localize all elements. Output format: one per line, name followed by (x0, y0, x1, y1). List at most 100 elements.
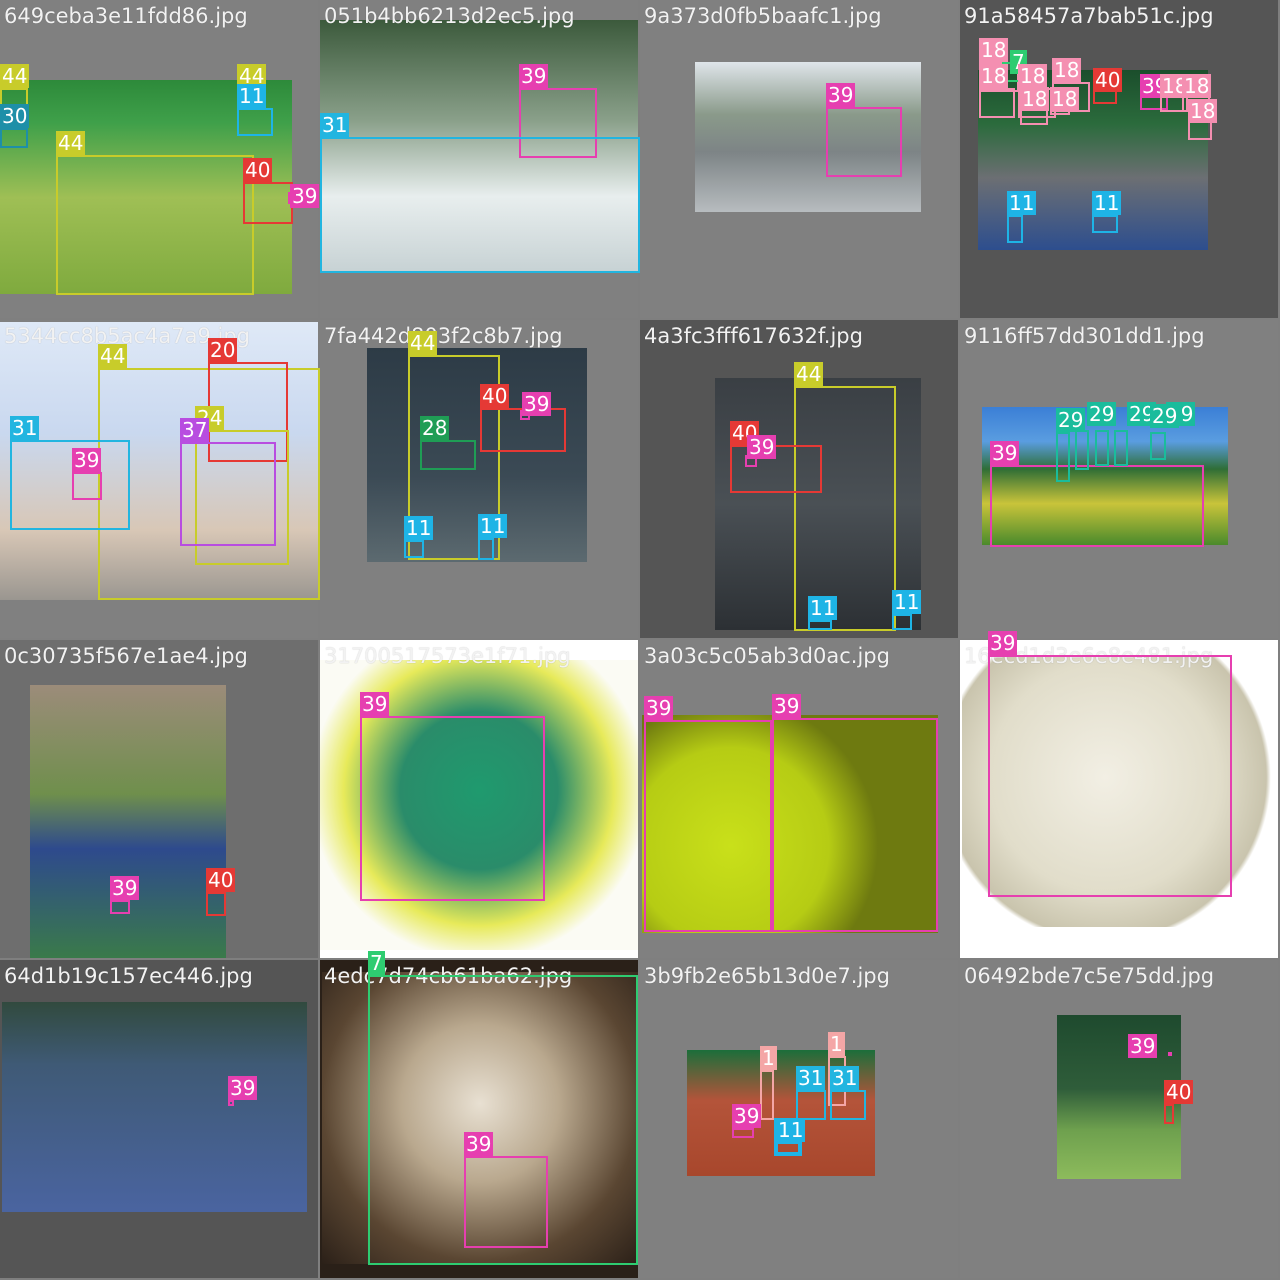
detection-box (644, 720, 772, 932)
class-label: 20 (208, 338, 238, 362)
class-label: 40 (1164, 1080, 1194, 1104)
tile-filename: 649ceba3e11fdd86.jpg (4, 4, 248, 28)
class-label: 44 (408, 331, 438, 355)
detection-box (0, 128, 28, 148)
class-label: 11 (1007, 191, 1037, 215)
tile-filename: 9a373d0fb5baafc1.jpg (644, 4, 882, 28)
detection-box (320, 137, 640, 273)
detection-box (10, 440, 130, 530)
detection-box (72, 472, 102, 500)
tile-photo (1057, 1015, 1181, 1179)
detection-box (1075, 430, 1089, 470)
class-label: 39 (464, 1132, 494, 1156)
class-label: 39 (290, 184, 320, 208)
detection-box (464, 1156, 548, 1248)
detection-box (237, 108, 273, 136)
detection-box (180, 442, 276, 546)
class-label: 18 (979, 64, 1009, 88)
class-label: 39 (1128, 1034, 1158, 1058)
detection-box (979, 88, 1015, 118)
detection-box (772, 718, 938, 932)
detection-box (1056, 432, 1070, 482)
class-label: 11 (776, 1118, 806, 1142)
detection-box (794, 386, 896, 631)
class-label: 11 (237, 84, 267, 108)
class-label: 39 (72, 448, 102, 472)
detection-box (1007, 215, 1023, 243)
class-label: 11 (404, 516, 434, 540)
class-label: 39 (826, 83, 856, 107)
class-label: 39 (988, 631, 1018, 655)
class-label: 11 (1092, 191, 1122, 215)
class-label: 39 (522, 392, 552, 416)
class-label: 39 (110, 876, 140, 900)
tile-filename: 4a3fc3fff617632f.jpg (644, 324, 863, 348)
class-label: 40 (1093, 68, 1123, 92)
class-label: 40 (206, 868, 236, 892)
class-label: 31 (10, 416, 40, 440)
class-label: 39 (732, 1104, 762, 1128)
tile-photo (2, 1002, 307, 1212)
detection-box (404, 540, 424, 558)
tile-filename: 91a58457a7bab51c.jpg (964, 4, 1214, 28)
image-tile: 0c30735f567e1ae4.jpg (0, 640, 318, 958)
detection-box (808, 620, 832, 630)
class-label: 31 (320, 113, 350, 137)
class-label: 39 (990, 441, 1020, 465)
detection-box (990, 465, 1204, 547)
class-label: 39 (228, 1076, 258, 1100)
mosaic-grid: 649ceba3e11fdd86.jpg 051b4bb6213d2ec5.jpg… (0, 0, 1280, 1280)
class-label: 18 (979, 38, 1009, 62)
tile-filename: 9116ff57dd301dd1.jpg (964, 324, 1205, 348)
class-label: 29 (1150, 404, 1180, 428)
detection-box (243, 182, 293, 224)
tile-filename: 0c30735f567e1ae4.jpg (4, 644, 248, 668)
tile-filename: 7fa442d803f2c8b7.jpg (324, 324, 563, 348)
tile-filename: 64d1b19c157ec446.jpg (4, 964, 253, 988)
detection-box (56, 155, 254, 295)
class-label: 39 (644, 696, 674, 720)
class-label: 31 (796, 1066, 826, 1090)
tile-photo (30, 685, 226, 958)
class-label: 39 (360, 692, 390, 716)
detection-box (1114, 430, 1128, 466)
image-tile: 64d1b19c157ec446.jpg (0, 960, 318, 1278)
class-label: 18 (1182, 74, 1212, 98)
class-label: 11 (808, 596, 838, 620)
tile-filename: 051b4bb6213d2ec5.jpg (324, 4, 575, 28)
class-label: 40 (480, 384, 510, 408)
detection-box (892, 614, 912, 630)
class-label: 44 (0, 64, 30, 88)
class-label: 18 (1052, 58, 1082, 82)
class-label: 39 (519, 64, 549, 88)
detection-box (1092, 215, 1118, 233)
class-label: 7 (368, 951, 385, 975)
detection-box (420, 440, 476, 470)
class-label: 44 (794, 362, 824, 386)
detection-box (796, 1090, 826, 1120)
detection-box (478, 538, 494, 560)
class-label: 1 (828, 1032, 845, 1056)
detection-box (732, 1128, 754, 1138)
class-label: 44 (56, 131, 86, 155)
detection-box (776, 1142, 800, 1154)
class-label: 30 (0, 104, 30, 128)
image-tile: 9a373d0fb5baafc1.jpg (640, 0, 958, 318)
detection-box (1095, 430, 1109, 466)
tile-filename: 31700517573e1f71.jpg (324, 644, 571, 668)
detection-box (760, 1070, 774, 1120)
class-label: 31 (830, 1066, 860, 1090)
detection-box (988, 655, 1232, 897)
detection-box (1168, 1052, 1172, 1056)
detection-box (228, 1100, 234, 1106)
class-label: 11 (478, 514, 508, 538)
class-label: 18 (1188, 99, 1218, 123)
tile-filename: 06492bde7c5e75dd.jpg (964, 964, 1215, 988)
class-label: 40 (243, 158, 273, 182)
detection-box (1150, 432, 1166, 460)
class-label: 28 (420, 416, 450, 440)
detection-box (826, 107, 902, 177)
class-label: 18 (1050, 87, 1080, 111)
class-label: 18 (1018, 64, 1048, 88)
class-label: 29 (1087, 402, 1117, 426)
